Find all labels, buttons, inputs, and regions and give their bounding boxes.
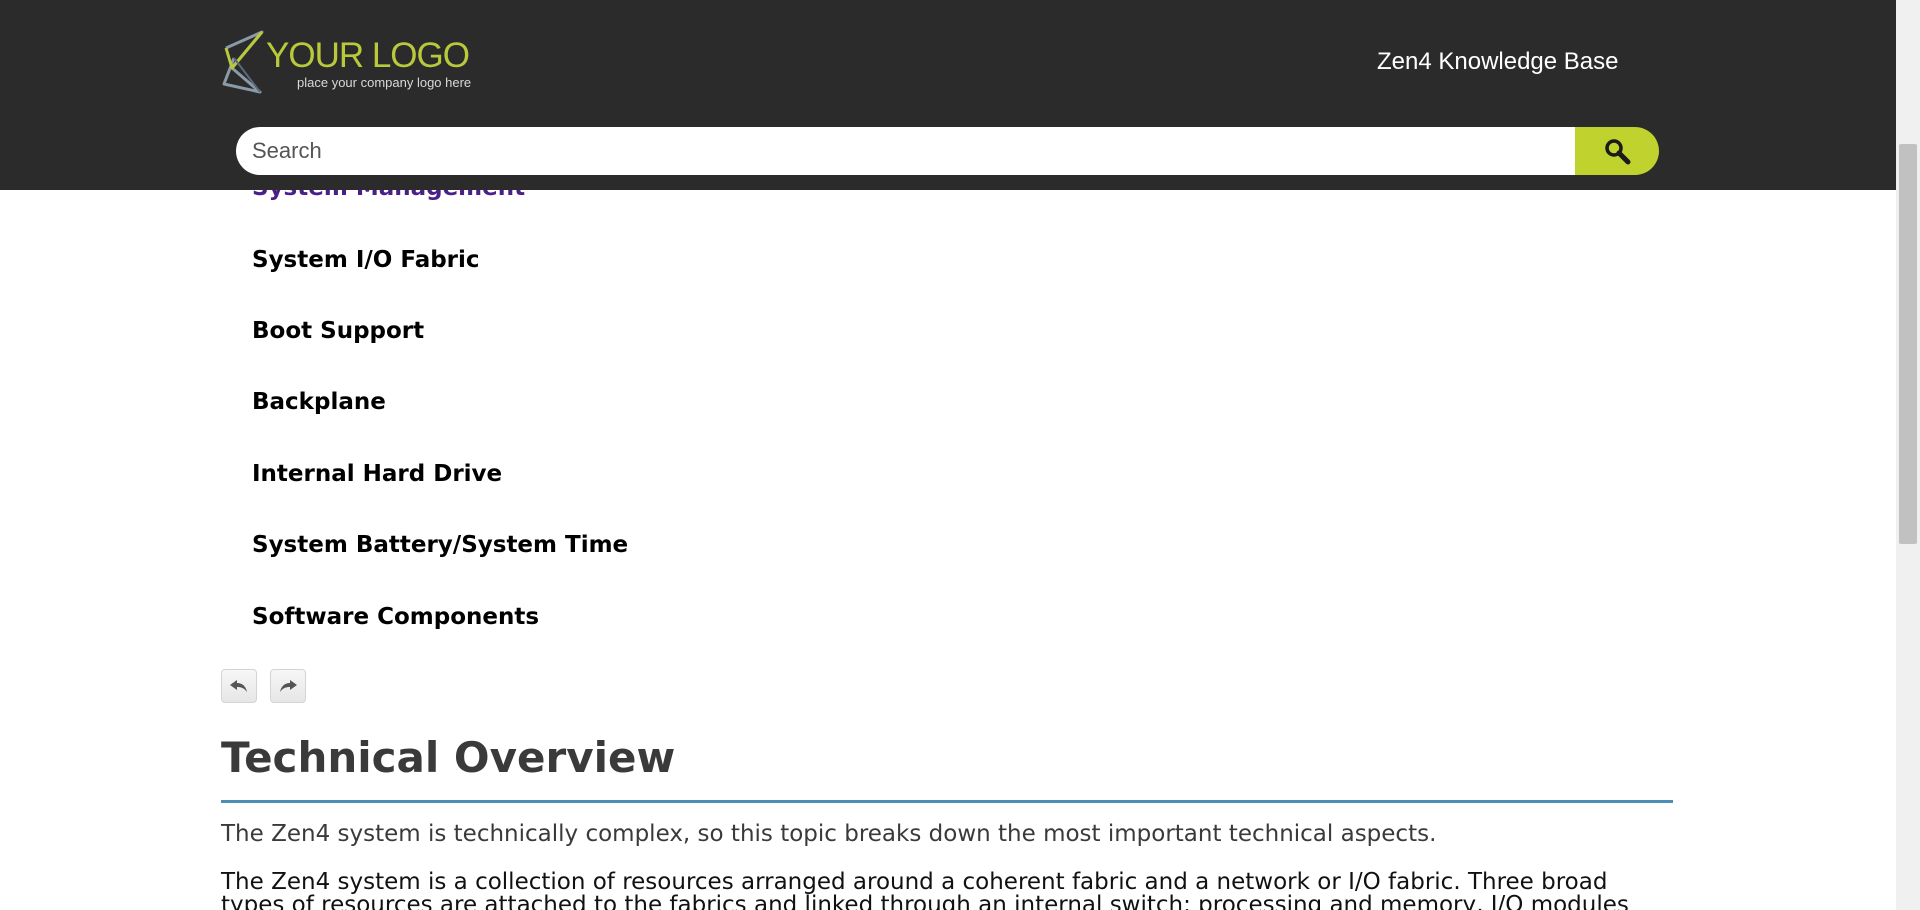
nav-item-boot-support[interactable]: Boot Support <box>252 318 424 344</box>
logo-subtitle: place your company logo here <box>297 75 472 90</box>
page: System Management System I/O Fabric Boot… <box>0 0 1920 910</box>
scrollbar-thumb[interactable] <box>1899 144 1917 544</box>
search-bar <box>236 127 1659 175</box>
site-header: YOUR LOGO place your company logo here Z… <box>0 0 1896 190</box>
back-arrow-icon <box>230 680 247 692</box>
forward-arrow-icon <box>280 680 297 692</box>
magnifier-icon <box>1605 139 1631 165</box>
knowledge-base-title[interactable]: Zen4 Knowledge Base <box>1377 48 1619 76</box>
back-button[interactable] <box>221 669 257 703</box>
logo-title: YOUR LOGO <box>266 36 470 75</box>
search-input[interactable] <box>236 127 1575 175</box>
body-paragraph: The Zen4 system is a collection of resou… <box>221 869 1629 910</box>
page-title: Technical Overview <box>221 733 676 782</box>
nav-item-system-io-fabric[interactable]: System I/O Fabric <box>252 247 480 273</box>
vertical-scrollbar[interactable] <box>1896 0 1920 910</box>
logo-mark-icon <box>222 30 264 94</box>
company-logo[interactable]: YOUR LOGO place your company logo here <box>220 28 500 98</box>
search-button[interactable] <box>1575 127 1659 175</box>
nav-item-backplane[interactable]: Backplane <box>252 389 386 415</box>
nav-item-internal-hard-drive[interactable]: Internal Hard Drive <box>252 461 502 487</box>
heading-divider <box>221 800 1673 803</box>
forward-button[interactable] <box>270 669 306 703</box>
intro-paragraph: The Zen4 system is technically complex, … <box>221 821 1437 847</box>
nav-item-software-components[interactable]: Software Components <box>252 604 539 630</box>
nav-item-system-battery-system-time[interactable]: System Battery/System Time <box>252 532 628 558</box>
